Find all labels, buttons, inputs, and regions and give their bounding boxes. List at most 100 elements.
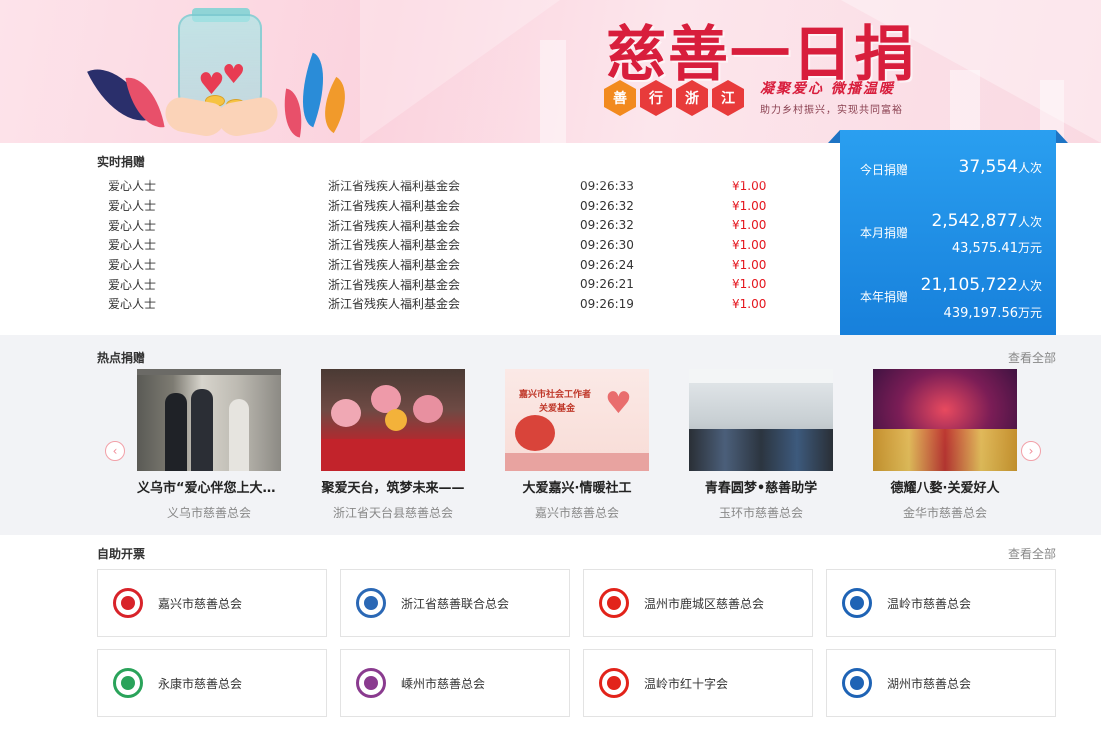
hot-card-title[interactable]: 青春圆梦•慈善助学: [689, 477, 833, 496]
org-name[interactable]: 浙江省慈善联合总会: [401, 595, 509, 612]
banner: ♥ ♥ 慈善一日捐 善 行 浙 江 凝聚爱心 微播温暖 助力乡村振兴，实现共同富…: [0, 0, 1101, 143]
donation-time: 09:26:21: [580, 277, 634, 292]
hex-badge: 浙: [676, 80, 708, 116]
hot-card-org: 嘉兴市慈善总会: [534, 506, 619, 520]
invoice-org-card[interactable]: 温州市鹿城区慈善总会: [583, 569, 813, 637]
donation-row: 爱心人士 浙江省残疾人福利基金会 09:26:24 ¥1.00: [108, 255, 788, 275]
donation-amount: ¥1.00: [732, 257, 767, 272]
month-count: 2,542,877人次: [931, 211, 1042, 231]
invoice-org-card[interactable]: 湖州市慈善总会: [826, 649, 1056, 717]
donation-row: 爱心人士 浙江省残疾人福利基金会 09:26:30 ¥1.00: [108, 235, 788, 255]
month-label: 本月捐赠: [860, 226, 909, 240]
org-name[interactable]: 湖州市慈善总会: [887, 675, 971, 692]
donation-amount: ¥1.00: [732, 198, 767, 213]
hot-card-image-text: 嘉兴市社会工作者: [519, 390, 592, 400]
hot-card-image[interactable]: 嘉兴市社会工作者 关爱基金 ♥: [505, 369, 649, 471]
hot-card-title[interactable]: 义乌市“爱心伴您上大学”: [137, 477, 281, 496]
banner-subslogan: 助力乡村振兴，实现共同富裕: [760, 105, 903, 116]
donation-time: 09:26:30: [580, 237, 634, 252]
donation-time: 09:26:24: [580, 257, 634, 272]
org-name[interactable]: 温岭市慈善总会: [887, 595, 971, 612]
invoice-org-card[interactable]: 嘉兴市慈善总会: [97, 569, 327, 637]
hot-card-org: 金华市慈善总会: [902, 506, 987, 520]
donation-time: 09:26:32: [580, 198, 634, 213]
hot-card-org: 玉环市慈善总会: [718, 506, 803, 520]
donation-amount: ¥1.00: [732, 277, 767, 292]
org-name[interactable]: 嵊州市慈善总会: [401, 675, 485, 692]
org-logo-icon: [842, 668, 872, 698]
banner-hex-badges: 善 行 浙 江: [604, 80, 744, 116]
hot-card[interactable]: 义乌市“爱心伴您上大学” 义乌市慈善总会: [137, 369, 281, 521]
org-logo-icon: [599, 668, 629, 698]
donation-org: 浙江省残疾人福利基金会: [328, 238, 461, 253]
year-label: 本年捐赠: [860, 290, 909, 304]
donation-org: 浙江省残疾人福利基金会: [328, 258, 461, 273]
invoice-org-card[interactable]: 嵊州市慈善总会: [340, 649, 570, 717]
donation-stats-panel: 今日捐赠 37,554人次 本月捐赠 2,542,877人次 43,575.41…: [828, 130, 1068, 335]
org-name[interactable]: 温岭市红十字会: [644, 675, 728, 692]
org-name[interactable]: 嘉兴市慈善总会: [158, 595, 242, 612]
year-amount: 439,197.56万元: [943, 306, 1042, 321]
hot-card-title[interactable]: 德耀八婺·关爱好人: [873, 477, 1017, 496]
donation-row: 爱心人士 浙江省残疾人福利基金会 09:26:21 ¥1.00: [108, 274, 788, 294]
hot-card-title[interactable]: 聚爱天台，筑梦未来——: [321, 477, 465, 496]
donor-name: 爱心人士: [108, 199, 157, 214]
donor-name: 爱心人士: [108, 218, 157, 233]
banner-slogan: 凝聚爱心 微播温暖: [760, 81, 895, 97]
hot-card-title[interactable]: 大爱嘉兴·情暖社工: [505, 477, 649, 496]
month-amount: 43,575.41万元: [951, 241, 1042, 256]
org-name[interactable]: 温州市鹿城区慈善总会: [644, 595, 764, 612]
donation-row: 爱心人士 浙江省残疾人福利基金会 09:26:32 ¥1.00: [108, 196, 788, 216]
org-logo-icon: [113, 668, 143, 698]
donation-time: 09:26:32: [580, 218, 634, 233]
donation-row: 爱心人士 浙江省残疾人福利基金会 09:26:19 ¥1.00: [108, 294, 788, 314]
hot-card[interactable]: 青春圆梦•慈善助学 玉环市慈善总会: [689, 369, 833, 521]
invoice-section-title: 自助开票: [97, 547, 146, 561]
donation-org: 浙江省残疾人福利基金会: [328, 297, 461, 312]
invoice-view-all-link[interactable]: 查看全部: [1008, 545, 1056, 562]
today-label: 今日捐赠: [860, 163, 909, 177]
hex-badge: 江: [712, 80, 744, 116]
hot-card-image[interactable]: [689, 369, 833, 471]
org-logo-icon: [113, 588, 143, 618]
hex-badge: 善: [604, 80, 636, 116]
org-name[interactable]: 永康市慈善总会: [158, 675, 242, 692]
realtime-donation-list: 爱心人士 浙江省残疾人福利基金会 09:26:33 ¥1.00 爱心人士 浙江省残疾人福利…: [108, 176, 788, 320]
invoice-org-card[interactable]: 浙江省慈善联合总会: [340, 569, 570, 637]
heart-icon: ♥: [222, 60, 246, 90]
donor-name: 爱心人士: [108, 297, 157, 312]
invoice-org-card[interactable]: 温岭市红十字会: [583, 649, 813, 717]
donor-name: 爱心人士: [108, 277, 157, 292]
invoice-org-card[interactable]: 温岭市慈善总会: [826, 569, 1056, 637]
donation-amount: ¥1.00: [732, 237, 767, 252]
donation-org: 浙江省残疾人福利基金会: [328, 199, 461, 214]
hot-view-all-link[interactable]: 查看全部: [1008, 349, 1056, 366]
hot-card-org: 浙江省天台县慈善总会: [332, 506, 453, 520]
org-logo-icon: [842, 588, 872, 618]
org-logo-icon: [356, 588, 386, 618]
donation-org: 浙江省残疾人福利基金会: [328, 218, 461, 233]
hot-card-image-text: 关爱基金: [539, 404, 576, 414]
hot-card-image[interactable]: [321, 369, 465, 471]
hot-card-image[interactable]: [873, 369, 1017, 471]
year-count: 21,105,722人次: [920, 275, 1042, 295]
hot-card[interactable]: 聚爱天台，筑梦未来—— 浙江省天台县慈善总会: [321, 369, 465, 521]
donation-row: 爱心人士 浙江省残疾人福利基金会 09:26:32 ¥1.00: [108, 215, 788, 235]
hot-card-image[interactable]: [137, 369, 281, 471]
hex-badge: 行: [640, 80, 672, 116]
donation-amount: ¥1.00: [732, 296, 767, 311]
hot-card[interactable]: 嘉兴市社会工作者 关爱基金 ♥ 大爱嘉兴·情暖社工 嘉兴市慈善总会: [505, 369, 649, 521]
hot-card[interactable]: 德耀八婺·关爱好人 金华市慈善总会: [873, 369, 1017, 521]
today-count: 37,554人次: [958, 157, 1043, 177]
hot-section-title: 热点捐赠: [97, 351, 146, 365]
banner-decoration: [360, 0, 560, 143]
carousel-prev-button[interactable]: ‹: [105, 441, 125, 461]
realtime-section-title: 实时捐赠: [97, 155, 146, 169]
invoice-org-card[interactable]: 永康市慈善总会: [97, 649, 327, 717]
list-fade: [100, 174, 800, 184]
donation-time: 09:26:19: [580, 296, 634, 311]
donor-name: 爱心人士: [108, 238, 157, 253]
org-logo-icon: [356, 668, 386, 698]
donation-org: 浙江省残疾人福利基金会: [328, 277, 461, 292]
carousel-next-button[interactable]: ›: [1021, 441, 1041, 461]
